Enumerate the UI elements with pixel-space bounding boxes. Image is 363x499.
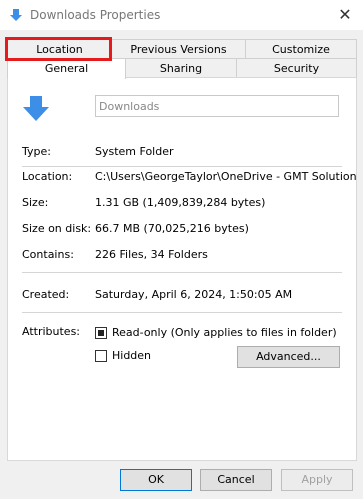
contains-value: 226 Files, 34 Folders	[95, 248, 208, 261]
divider	[22, 272, 342, 273]
hidden-label: Hidden	[112, 349, 152, 362]
size-label: Size:	[22, 196, 49, 209]
ok-button[interactable]: OK	[120, 469, 192, 491]
tab-location[interactable]: Location	[7, 39, 112, 59]
readonly-label: Read-only (Only applies to files in fold…	[112, 326, 337, 339]
folder-name-input[interactable]: Downloads	[95, 95, 339, 117]
hidden-checkbox[interactable]	[95, 350, 107, 362]
title-bar: Downloads Properties ✕	[0, 0, 363, 30]
tab-security[interactable]: Security	[236, 58, 357, 78]
created-label: Created:	[22, 288, 70, 301]
tab-customize[interactable]: Customize	[245, 39, 357, 59]
tab-previous-versions[interactable]: Previous Versions	[110, 39, 247, 59]
size-on-disk-label: Size on disk:	[22, 222, 92, 235]
apply-button[interactable]: Apply	[281, 469, 353, 491]
readonly-checkbox[interactable]	[95, 327, 107, 339]
tab-location-label: Location	[36, 43, 83, 56]
tab-general[interactable]: General	[7, 58, 126, 79]
tab-sharing-label: Sharing	[159, 62, 203, 75]
size-on-disk-value: 66.7 MB (70,025,216 bytes)	[95, 222, 249, 235]
location-label: Location:	[22, 170, 73, 183]
location-value: C:\Users\GeorgeTaylor\OneDrive - GMT Sol…	[95, 170, 356, 183]
tab-sharing[interactable]: Sharing	[124, 58, 238, 78]
contains-label: Contains:	[22, 248, 74, 261]
type-label: Type:	[22, 145, 51, 158]
tab-security-label: Security	[273, 62, 320, 75]
close-button[interactable]: ✕	[335, 5, 355, 25]
close-icon: ✕	[338, 5, 352, 24]
size-value: 1.31 GB (1,409,839,284 bytes)	[95, 196, 266, 209]
window-title: Downloads Properties	[30, 8, 161, 22]
download-arrow-icon	[10, 9, 22, 21]
general-panel: Downloads Type: System Folder Location: …	[7, 77, 357, 461]
tab-customize-label: Customize	[272, 43, 330, 56]
attributes-label: Attributes:	[22, 325, 81, 338]
type-value: System Folder	[95, 145, 174, 158]
downloads-folder-icon	[23, 96, 49, 121]
tab-previous-versions-label: Previous Versions	[130, 43, 227, 56]
cancel-button[interactable]: Cancel	[200, 469, 272, 491]
divider	[22, 166, 342, 167]
created-value: Saturday, April 6, 2024, 1:50:05 AM	[95, 288, 293, 301]
advanced-button[interactable]: Advanced...	[237, 346, 340, 368]
tab-general-label: General	[44, 62, 89, 75]
divider	[22, 312, 342, 313]
